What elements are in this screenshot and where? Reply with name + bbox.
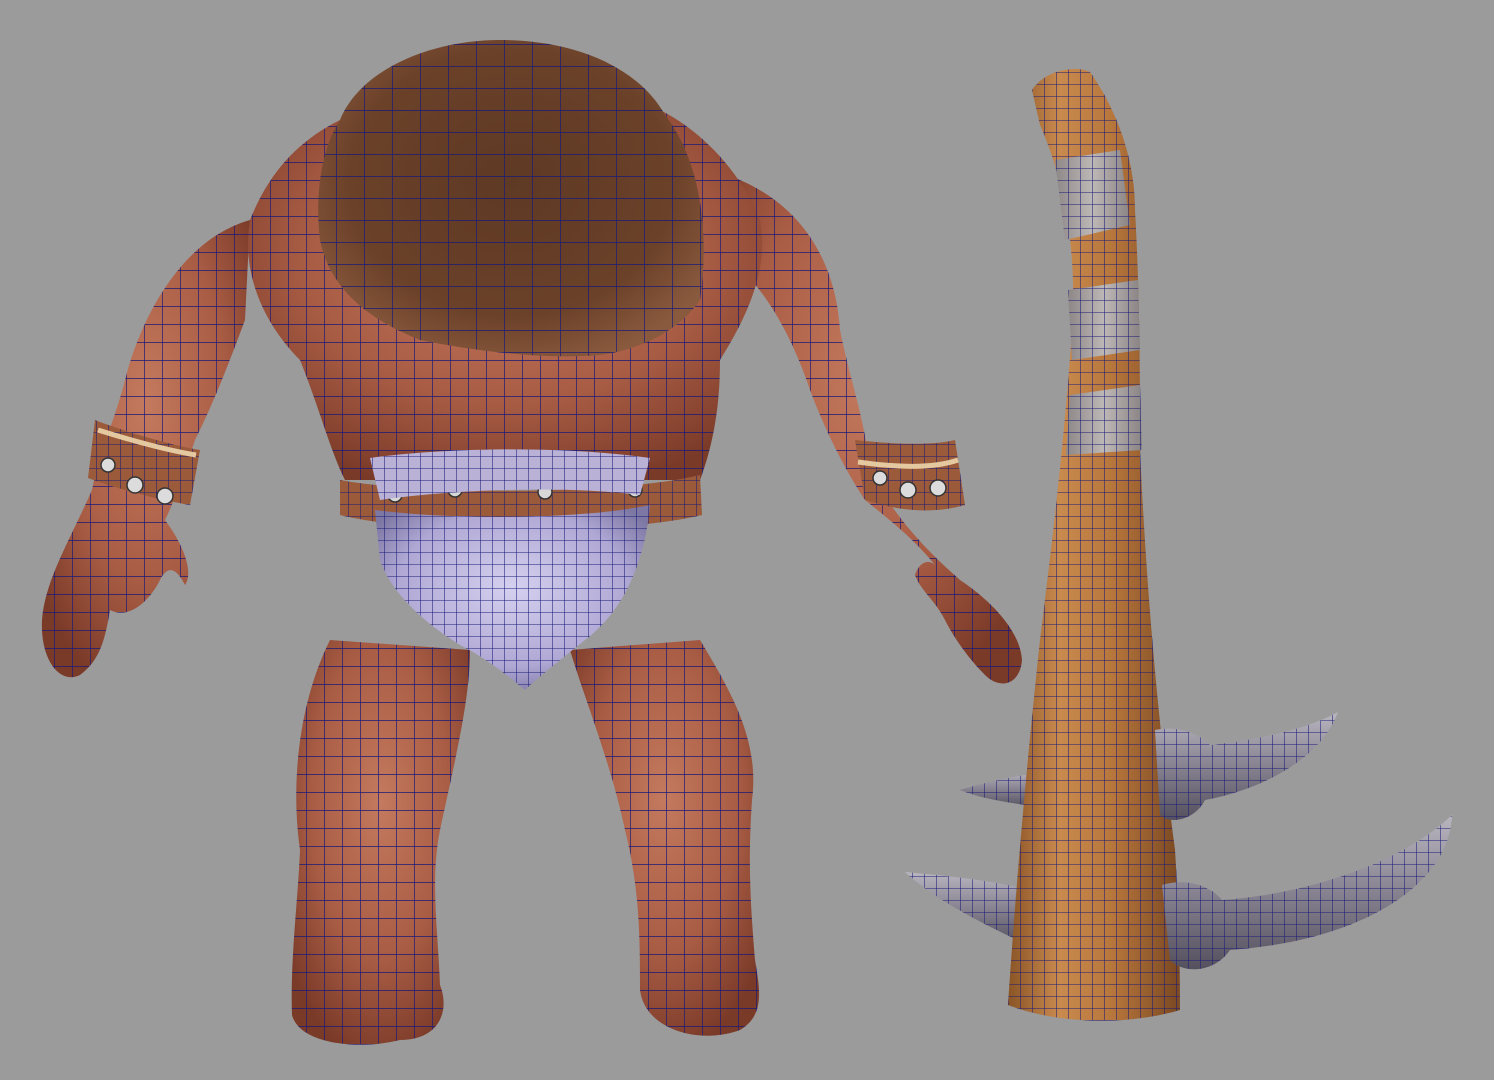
club-spike-right-upper[interactable] [1155,712,1338,820]
spiked-club[interactable] [905,69,1452,1021]
viewport-scene[interactable] [0,0,1494,1080]
stud-icon [126,476,144,494]
3d-viewport[interactable] [0,0,1494,1080]
stud-icon [156,487,174,505]
ogre-character[interactable] [41,40,1022,1045]
stud-icon [929,479,947,497]
stud-icon [100,457,116,473]
stud-icon [899,481,917,499]
stud-icon [872,470,888,486]
left-leg[interactable] [291,640,470,1045]
club-spike-right-lower[interactable] [1162,815,1452,970]
left-arm[interactable] [41,220,250,678]
hair[interactable] [318,40,704,357]
right-leg[interactable] [570,640,760,1036]
club-spike-left-lower[interactable] [905,872,1030,945]
